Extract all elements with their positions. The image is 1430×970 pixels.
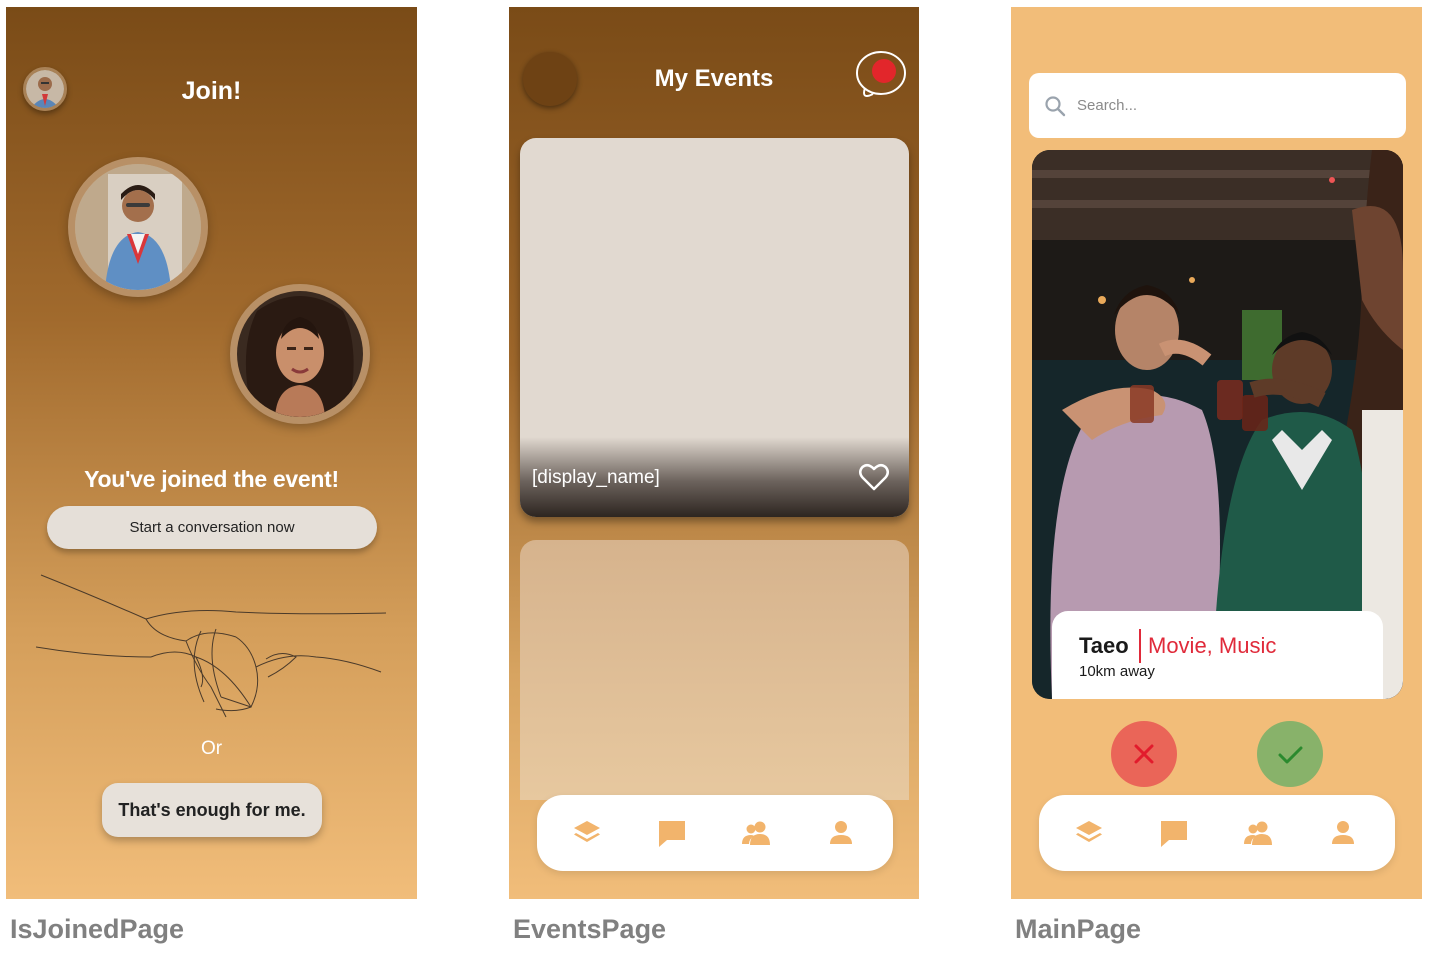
- person-icon[interactable]: [1327, 817, 1359, 849]
- search-bar[interactable]: Search...: [1029, 73, 1406, 138]
- is-joined-page: Join! You've joined the event! Start a c…: [6, 7, 417, 899]
- chat-icon[interactable]: [1158, 817, 1190, 849]
- profile-name: Taeo: [1079, 633, 1129, 658]
- profile-info-panel: Taeo Movie, Music 10km away: [1052, 611, 1383, 699]
- match-photo-bubble: [230, 284, 370, 424]
- start-conversation-button[interactable]: Start a conversation now: [47, 506, 377, 549]
- chat-icon[interactable]: [656, 817, 688, 849]
- bottom-nav: [1039, 795, 1395, 871]
- chat-notification-icon[interactable]: [853, 48, 909, 104]
- check-icon: [1278, 746, 1303, 764]
- accept-button[interactable]: [1257, 721, 1323, 787]
- group-icon[interactable]: [1242, 817, 1274, 849]
- search-input[interactable]: Search...: [1077, 97, 1137, 114]
- search-icon: [1045, 96, 1066, 117]
- event-display-name: [display_name]: [532, 467, 660, 488]
- caption-main-page: MainPage: [1015, 914, 1142, 944]
- holding-hands-illustration: [36, 574, 387, 718]
- person-icon[interactable]: [825, 817, 857, 849]
- main-page: Search... Taeo Movie, Music 10km away: [1011, 7, 1422, 899]
- profile-photo-card[interactable]: Taeo Movie, Music 10km away: [1032, 150, 1403, 699]
- reject-button[interactable]: [1111, 721, 1177, 787]
- profile-distance: 10km away: [1079, 663, 1155, 680]
- event-card[interactable]: [520, 540, 909, 800]
- caption-joined-page: IsJoinedPage: [10, 914, 185, 944]
- profile-interests: Movie, Music: [1148, 633, 1277, 658]
- joined-message: You've joined the event!: [84, 466, 339, 492]
- divider: [1139, 629, 1141, 663]
- heart-icon[interactable]: [859, 463, 889, 491]
- enough-button[interactable]: That's enough for me.: [102, 783, 322, 837]
- layers-icon[interactable]: [1073, 817, 1105, 849]
- event-card[interactable]: [display_name]: [520, 138, 909, 517]
- caption-events-page: EventsPage: [513, 914, 667, 944]
- bottom-nav: [537, 795, 893, 871]
- events-page: My Events [display_name]: [509, 7, 919, 899]
- user-photo-bubble: [68, 157, 208, 297]
- close-icon: [1134, 744, 1154, 764]
- layers-icon[interactable]: [571, 817, 603, 849]
- page-title: Join!: [181, 77, 242, 105]
- or-label: Or: [200, 738, 223, 759]
- group-icon[interactable]: [740, 817, 772, 849]
